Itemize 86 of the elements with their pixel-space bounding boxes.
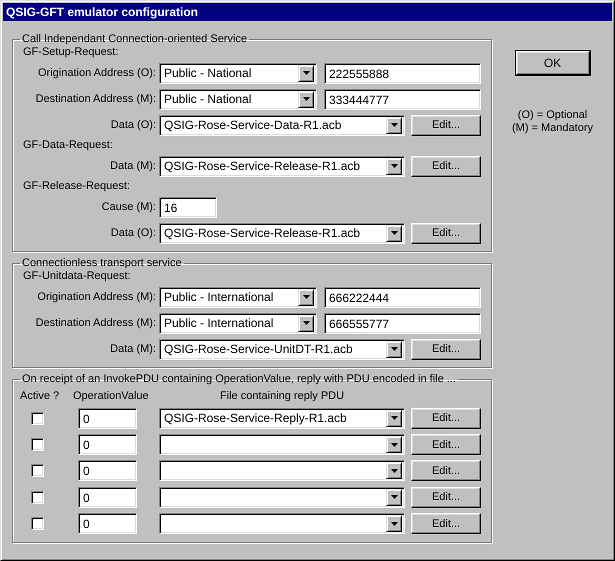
- column-header: File containing reply PDU: [218, 390, 346, 402]
- dropdown-button[interactable]: [386, 224, 402, 242]
- dropdown[interactable]: QSIG-Rose-Service-UnitDT-R1.acb: [159, 338, 405, 360]
- dropdown-button[interactable]: [298, 64, 314, 82]
- request-title: GF-Data-Request:: [22, 138, 114, 153]
- dropdown-button[interactable]: [386, 116, 402, 134]
- caret-icon: [302, 295, 310, 299]
- caret-icon: [390, 123, 398, 127]
- dropdown-button[interactable]: [386, 340, 402, 358]
- input-field[interactable]: 0: [78, 513, 137, 534]
- caret-icon: [390, 164, 398, 168]
- input-field[interactable]: 0: [78, 486, 137, 508]
- checkbox[interactable]: [31, 464, 44, 478]
- request-title: GF-Release-Request:: [22, 179, 131, 194]
- legend-text: (O) = Optional: [518, 109, 588, 122]
- edit-button[interactable]: Edit...: [411, 460, 481, 482]
- dropdown[interactable]: Public - International: [159, 286, 317, 308]
- edit-button[interactable]: Edit...: [411, 434, 481, 456]
- dropdown[interactable]: Public - International: [159, 312, 317, 334]
- dropdown-button[interactable]: [298, 314, 314, 332]
- caret-icon: [302, 97, 310, 101]
- request-title: GF-Unitdata-Request:: [22, 269, 132, 284]
- field-label: Origination Address (M):: [36, 291, 157, 303]
- dropdown[interactable]: QSIG-Rose-Service-Release-R1.acb: [159, 222, 405, 244]
- field-label: Destination Address (M):: [34, 93, 157, 105]
- caret-icon: [390, 468, 398, 473]
- field-label: Destination Address (M):: [34, 317, 157, 329]
- group-title: Call Independant Connection-oriented Service: [21, 33, 248, 45]
- input-field[interactable]: 666555777: [324, 312, 481, 334]
- caret-icon: [390, 495, 398, 500]
- dropdown-button[interactable]: [298, 288, 314, 306]
- edit-button[interactable]: Edit...: [411, 156, 481, 176]
- caret-icon: [390, 522, 398, 526]
- caret-icon: [390, 416, 398, 420]
- column-header: OperationValue: [73, 390, 150, 402]
- checkbox[interactable]: [31, 517, 44, 530]
- field-label: Data (O):: [110, 227, 157, 239]
- dropdown[interactable]: QSIG-Rose-Service-Release-R1.acb: [159, 156, 405, 176]
- dropdown[interactable]: [159, 434, 405, 456]
- dropdown[interactable]: Public - National: [159, 88, 317, 110]
- edit-button[interactable]: Edit...: [411, 222, 481, 244]
- input-field[interactable]: 666222444: [324, 286, 481, 308]
- checkbox[interactable]: [31, 412, 44, 425]
- dropdown-button[interactable]: [386, 488, 402, 506]
- input-field[interactable]: 333444777: [324, 88, 481, 110]
- caret-icon: [390, 442, 398, 447]
- caret-icon: [302, 71, 310, 75]
- input-field[interactable]: 0: [78, 434, 137, 456]
- field-label: Cause (M):: [100, 201, 157, 213]
- edit-button[interactable]: Edit...: [411, 408, 481, 429]
- input-field[interactable]: 0: [78, 460, 137, 482]
- dropdown[interactable]: [159, 460, 405, 482]
- input-field[interactable]: 222555888: [324, 62, 481, 84]
- edit-button[interactable]: Edit...: [411, 513, 481, 534]
- dropdown-button[interactable]: [386, 515, 402, 532]
- dropdown-button[interactable]: [298, 90, 314, 108]
- caret-icon: [390, 347, 398, 351]
- checkbox[interactable]: [31, 438, 44, 452]
- edit-button[interactable]: Edit...: [411, 338, 481, 360]
- dropdown-button[interactable]: [386, 158, 402, 174]
- caret-icon: [390, 231, 398, 235]
- ok-button[interactable]: OK: [516, 51, 590, 75]
- dropdown[interactable]: [159, 486, 405, 508]
- dropdown[interactable]: Public - National: [159, 62, 317, 84]
- group-title: Connectionless transport service: [21, 257, 183, 269]
- field-label: Data (M):: [109, 160, 157, 172]
- legend-text: (M) = Mandatory: [512, 122, 593, 135]
- caret-icon: [302, 321, 310, 325]
- window-title: QSIG-GFT emulator configuration: [6, 5, 198, 19]
- dropdown[interactable]: QSIG-Rose-Service-Reply-R1.acb: [159, 408, 405, 429]
- column-header: Active ?: [20, 390, 60, 402]
- input-field[interactable]: 16: [159, 196, 217, 218]
- edit-button[interactable]: Edit...: [411, 114, 481, 136]
- dropdown[interactable]: [159, 513, 405, 534]
- field-label: Data (O):: [110, 119, 157, 131]
- dropdown-button[interactable]: [386, 436, 402, 454]
- field-label: Origination Address (O):: [37, 67, 157, 79]
- request-title: GF-Setup-Request:: [22, 45, 120, 60]
- group-title: On receipt of an InvokePDU containing OperationValue, reply with PDU encoded in file ...: [21, 373, 457, 385]
- input-field[interactable]: 0: [78, 408, 137, 429]
- edit-button[interactable]: Edit...: [411, 486, 481, 508]
- field-label: Data (M):: [109, 343, 157, 355]
- checkbox[interactable]: [31, 490, 44, 504]
- dropdown-button[interactable]: [386, 410, 402, 427]
- dropdown[interactable]: QSIG-Rose-Service-Data-R1.acb: [159, 114, 405, 136]
- dropdown-button[interactable]: [386, 462, 402, 480]
